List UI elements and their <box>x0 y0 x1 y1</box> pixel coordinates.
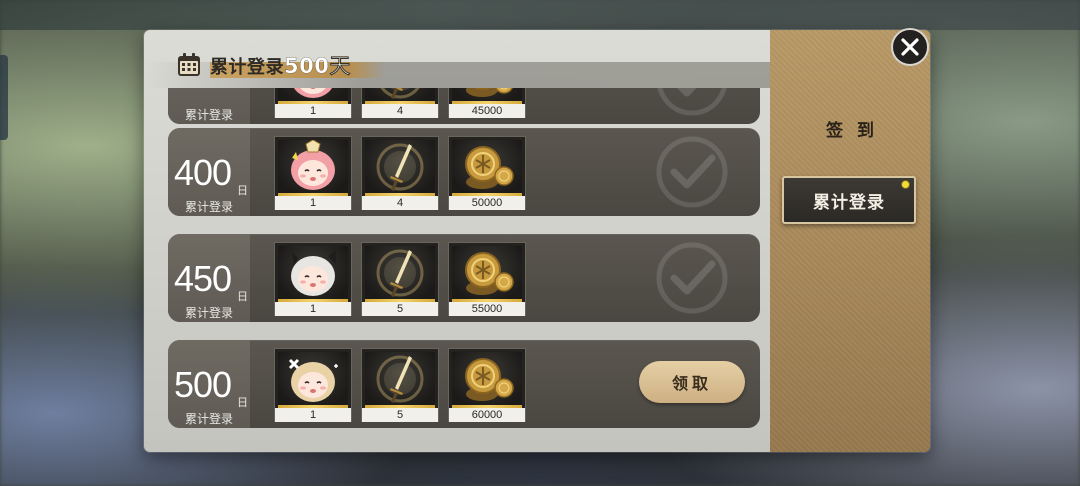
sidebar: 签到 累计登录 <box>770 30 930 452</box>
day-label: 累计登录 <box>184 200 233 214</box>
reward-item[interactable]: 4 <box>361 136 439 210</box>
day-label: 累计登录 <box>184 108 233 122</box>
item-quantity: 4 <box>362 104 438 118</box>
day-unit: 日 <box>237 396 248 409</box>
day-label: 累计登录 <box>184 306 233 320</box>
close-icon <box>901 38 919 56</box>
reward-row: 累计登录 1 4 45000 <box>168 88 760 124</box>
sidebar-title: 签到 <box>826 121 888 141</box>
reward-item[interactable]: 1 <box>274 348 352 422</box>
claimed-check-icon <box>654 88 730 118</box>
sword-icon <box>365 140 435 194</box>
tab-cumulative-login-label: 累计登录 <box>813 192 885 213</box>
character-chibi-icon <box>278 352 348 406</box>
panel-title: 累计登录500天 <box>176 50 351 80</box>
reward-item[interactable]: 5 <box>361 348 439 422</box>
title-days: 500天 <box>284 54 351 78</box>
gold-coins-icon <box>452 352 522 406</box>
background-side-tab <box>0 55 8 140</box>
sword-icon <box>365 246 435 300</box>
reward-row: 450 日累计登录 1 5 55000 <box>168 234 760 322</box>
claimed-check-icon <box>654 240 730 316</box>
day-unit: 日 <box>237 290 248 303</box>
calendar-icon <box>178 53 200 76</box>
reward-item[interactable]: 50000 <box>448 136 526 210</box>
item-quantity: 50000 <box>449 196 525 210</box>
reward-item[interactable]: 4 <box>361 88 439 118</box>
title-prefix: 累计登录 <box>210 57 284 78</box>
day-block: 500 日累计登录 <box>168 340 250 428</box>
item-quantity: 1 <box>275 104 351 118</box>
reward-item[interactable]: 55000 <box>448 242 526 316</box>
item-quantity: 1 <box>275 196 351 210</box>
gold-coins-icon <box>452 140 522 194</box>
item-quantity: 5 <box>362 408 438 422</box>
claim-button[interactable]: 领取 <box>639 361 745 403</box>
background-top-bar <box>0 0 1080 30</box>
reward-item[interactable]: 1 <box>274 136 352 210</box>
day-block: 累计登录 <box>168 88 250 124</box>
reward-row: 500 日累计登录 1 5 60000 领取 <box>168 340 760 428</box>
item-quantity: 60000 <box>449 408 525 422</box>
item-quantity: 55000 <box>449 302 525 316</box>
gold-coins-icon <box>452 246 522 300</box>
character-chibi-icon <box>278 140 348 194</box>
day-label: 累计登录 <box>184 412 233 426</box>
reward-item[interactable]: 60000 <box>448 348 526 422</box>
reward-item[interactable]: 1 <box>274 242 352 316</box>
tab-cumulative-login[interactable]: 累计登录 <box>782 176 916 224</box>
reward-list-area: 累计登录500天 累计登录 1 4 45000 400 日累计登录 1 4 50000 450 日累… <box>144 30 770 452</box>
reward-row: 400 日累计登录 1 4 50000 <box>168 128 760 216</box>
item-quantity: 1 <box>275 302 351 316</box>
close-button[interactable] <box>891 28 929 66</box>
item-quantity: 1 <box>275 408 351 422</box>
item-quantity: 4 <box>362 196 438 210</box>
character-chibi-icon <box>278 88 348 102</box>
sword-icon <box>365 88 435 102</box>
day-number: 500 <box>174 364 232 405</box>
gold-coins-icon <box>452 88 522 102</box>
reward-rows[interactable]: 累计登录 1 4 45000 400 日累计登录 1 4 50000 450 日累计登录 1 5 5500… <box>144 88 770 452</box>
reward-item[interactable]: 45000 <box>448 88 526 118</box>
item-quantity: 45000 <box>449 104 525 118</box>
reward-item[interactable]: 5 <box>361 242 439 316</box>
day-number: 400 <box>174 152 232 193</box>
claimed-check-icon <box>654 134 730 210</box>
day-number: 450 <box>174 258 232 299</box>
character-chibi-icon <box>278 246 348 300</box>
reward-item[interactable]: 1 <box>274 88 352 118</box>
day-block: 400 日累计登录 <box>168 128 250 216</box>
day-unit: 日 <box>237 184 248 197</box>
login-reward-panel: 累计登录500天 累计登录 1 4 45000 400 日累计登录 1 4 50000 450 日累… <box>144 30 930 452</box>
sword-icon <box>365 352 435 406</box>
notification-dot <box>901 180 910 189</box>
item-quantity: 5 <box>362 302 438 316</box>
day-block: 450 日累计登录 <box>168 234 250 322</box>
